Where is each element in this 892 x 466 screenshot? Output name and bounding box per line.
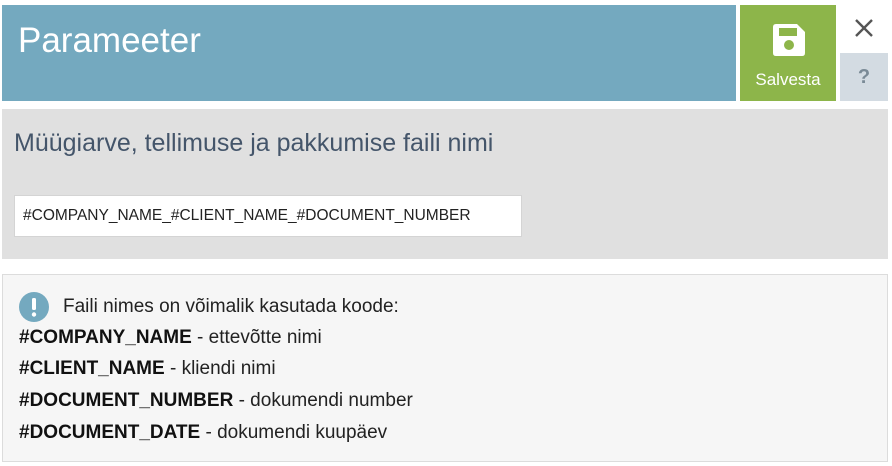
- parameter-panel: Müügiarve, tellimuse ja pakkumise faili …: [2, 109, 888, 259]
- floppy-disk-icon: [773, 24, 805, 56]
- code-item-client-name: #CLIENT_NAME - kliendi nimi: [19, 357, 276, 381]
- filename-template-input[interactable]: [14, 195, 522, 237]
- dialog-header: Parameeter: [2, 5, 736, 101]
- code-item-document-number: #DOCUMENT_NUMBER - dokumendi number: [19, 389, 413, 413]
- parameter-label: Müügiarve, tellimuse ja pakkumise faili …: [14, 129, 494, 157]
- code-name: #CLIENT_NAME: [19, 358, 165, 379]
- code-name: #COMPANY_NAME: [19, 327, 192, 348]
- close-button[interactable]: [840, 5, 888, 51]
- code-item-company-name: #COMPANY_NAME - ettevõtte nimi: [19, 326, 322, 350]
- close-icon: [855, 19, 873, 37]
- code-description: - dokumendi number: [233, 390, 413, 411]
- code-item-document-date: #DOCUMENT_DATE - dokumendi kuupäev: [19, 421, 387, 445]
- info-intro-text: Faili nimes on võimalik kasutada koode:: [63, 296, 399, 317]
- save-button[interactable]: Salvesta: [740, 5, 836, 101]
- dialog-title: Parameeter: [18, 21, 201, 60]
- code-description: - kliendi nimi: [164, 358, 276, 379]
- info-exclamation-icon: [19, 292, 49, 322]
- code-description: - ettevõtte nimi: [191, 327, 322, 348]
- help-button[interactable]: ?: [840, 53, 888, 101]
- save-button-label: Salvesta: [755, 70, 821, 89]
- code-name: #DOCUMENT_DATE: [19, 422, 201, 443]
- code-name: #DOCUMENT_NUMBER: [19, 390, 234, 411]
- code-description: - dokumendi kuupäev: [200, 422, 388, 443]
- info-box: Faili nimes on võimalik kasutada koode: …: [2, 274, 888, 462]
